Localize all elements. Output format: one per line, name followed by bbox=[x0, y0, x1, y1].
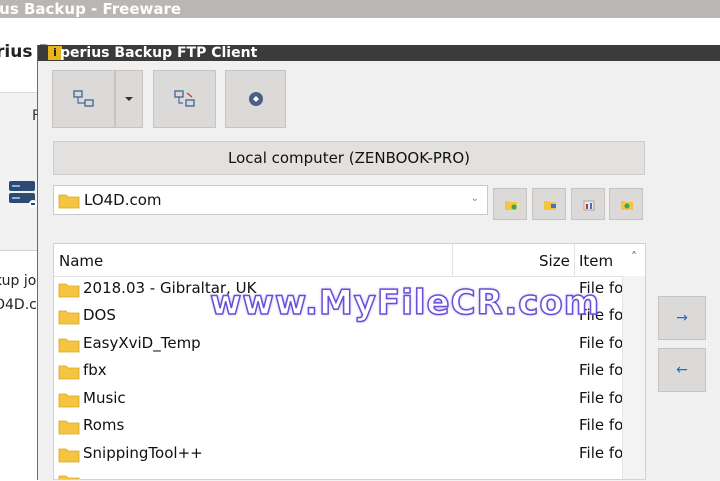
refresh-button[interactable] bbox=[609, 188, 643, 220]
folder-icon bbox=[58, 310, 80, 325]
file-name: SnippingTool++ bbox=[83, 444, 203, 462]
new-folder-icon bbox=[505, 201, 517, 210]
upload-button[interactable]: → bbox=[658, 296, 706, 340]
file-type: File fo bbox=[579, 334, 624, 352]
column-header-item[interactable]: Item bbox=[579, 252, 613, 270]
file-list-header: Name Size Item ˄ bbox=[54, 244, 645, 277]
list-item[interactable] bbox=[54, 468, 614, 479]
file-type: File fo bbox=[579, 389, 624, 407]
vertical-scrollbar[interactable] bbox=[622, 276, 645, 479]
download-button[interactable]: ← bbox=[658, 348, 706, 392]
ftp-client-dialog: i perius Backup FTP Client Local compute… bbox=[37, 45, 720, 480]
folder-icon bbox=[58, 475, 80, 479]
sidebar-item[interactable]: kup jo bbox=[0, 273, 36, 289]
file-name: fbx bbox=[83, 361, 107, 379]
server-icon bbox=[9, 181, 37, 208]
folder-icon bbox=[58, 365, 80, 380]
file-name: EasyXviD_Temp bbox=[83, 334, 201, 352]
file-type: File fo bbox=[579, 361, 624, 379]
folder-icon bbox=[58, 338, 80, 353]
list-item[interactable]: fbx File fo bbox=[54, 358, 623, 385]
stop-button[interactable] bbox=[225, 70, 286, 128]
column-divider[interactable] bbox=[574, 244, 575, 276]
arrow-left-icon: ← bbox=[676, 362, 688, 378]
folder-icon bbox=[58, 393, 80, 408]
rename-button[interactable] bbox=[532, 188, 566, 220]
file-name: Music bbox=[83, 389, 126, 407]
file-name: DOS bbox=[83, 306, 116, 324]
disconnect-icon bbox=[173, 90, 195, 107]
chevron-down-icon[interactable]: ⌄ bbox=[471, 193, 479, 204]
main-window-sidebar: kup jo O4D.co bbox=[0, 250, 45, 481]
connect-icon bbox=[72, 90, 94, 107]
folder-icon bbox=[58, 448, 80, 463]
path-value: LO4D.com bbox=[84, 191, 162, 209]
file-type: File fo bbox=[579, 416, 624, 434]
file-type: File fo bbox=[579, 444, 624, 462]
main-window-titlebar: ius Backup - Freeware bbox=[0, 0, 720, 18]
arrow-right-icon: → bbox=[676, 310, 688, 326]
delete-button[interactable] bbox=[571, 188, 605, 220]
chevron-down-icon bbox=[125, 97, 133, 101]
column-header-size[interactable]: Size bbox=[539, 252, 570, 270]
column-header-name[interactable]: Name bbox=[59, 252, 103, 270]
stop-icon bbox=[248, 92, 263, 106]
list-item[interactable]: EasyXviD_Temp File fo bbox=[54, 331, 623, 358]
connect-dropdown-button[interactable] bbox=[115, 70, 143, 128]
main-window-title: ius Backup - Freeware bbox=[0, 0, 182, 18]
column-divider[interactable] bbox=[452, 244, 453, 276]
refresh-icon bbox=[621, 201, 633, 210]
file-name: Roms bbox=[83, 416, 125, 434]
folder-icon bbox=[58, 420, 80, 435]
rename-icon bbox=[544, 201, 556, 210]
dialog-titlebar: i perius Backup FTP Client bbox=[38, 45, 720, 61]
location-label: Local computer (ZENBOOK-PRO) bbox=[53, 141, 645, 175]
disconnect-button[interactable] bbox=[153, 70, 216, 128]
folder-icon bbox=[58, 194, 80, 209]
path-combobox[interactable]: LO4D.com ⌄ bbox=[53, 185, 488, 215]
file-list[interactable]: Name Size Item ˄ 2018.03 - Gibraltar, UK… bbox=[53, 243, 646, 480]
dialog-title: perius Backup FTP Client bbox=[60, 45, 258, 61]
list-item[interactable]: Roms File fo bbox=[54, 413, 623, 440]
connect-button[interactable] bbox=[52, 70, 115, 128]
delete-icon bbox=[583, 200, 595, 211]
sort-ascending-icon: ˄ bbox=[631, 250, 637, 264]
list-item[interactable]: Music File fo bbox=[54, 386, 623, 413]
folder-icon bbox=[58, 283, 80, 298]
list-item[interactable]: SnippingTool++ File fo bbox=[54, 441, 623, 468]
watermark-text: www.MyFileCR.com bbox=[209, 282, 601, 324]
new-folder-button[interactable] bbox=[493, 188, 527, 220]
